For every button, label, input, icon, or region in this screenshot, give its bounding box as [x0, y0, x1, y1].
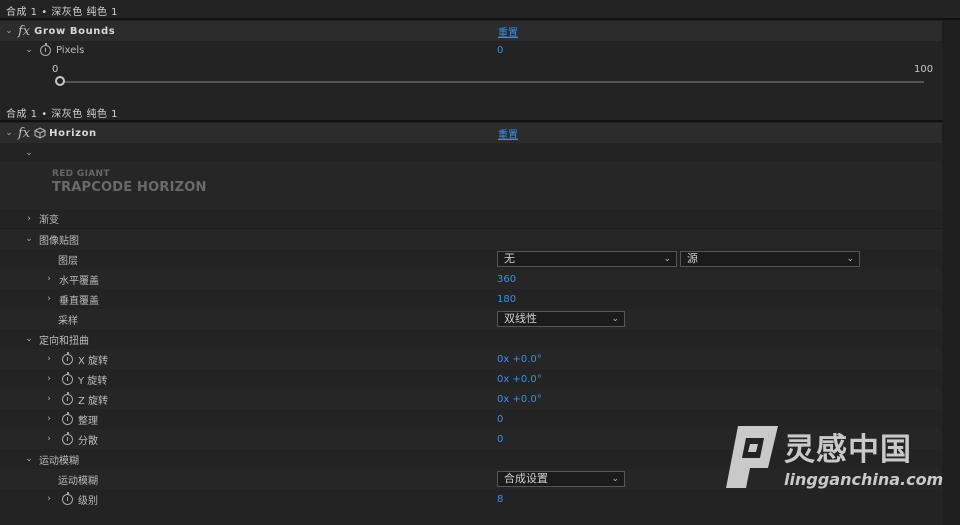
layer-header-1: 合成 1 • 深灰色 纯色 1: [6, 6, 119, 18]
pixels-slider[interactable]: 0 100: [0, 64, 942, 96]
stopwatch-icon[interactable]: [62, 491, 73, 505]
chevron-down-icon[interactable]: ⌄: [24, 45, 34, 55]
effect-title: Grow Bounds: [34, 25, 116, 37]
stopwatch-icon[interactable]: [62, 351, 73, 365]
stopwatch-icon[interactable]: [62, 391, 73, 405]
chevron-down-icon[interactable]: ⌄: [24, 148, 34, 158]
chevron-down-icon[interactable]: ⌄: [24, 454, 34, 464]
chevron-down-icon[interactable]: ⌄: [24, 234, 34, 244]
chevron-down-icon: ⌄: [611, 474, 619, 484]
watermark-logo-icon: [726, 426, 778, 488]
reset-button[interactable]: 重置: [498, 126, 518, 141]
motion-blur-dropdown[interactable]: 合成设置 ⌄: [497, 471, 625, 487]
chevron-down-icon[interactable]: ⌄: [4, 26, 14, 36]
group-gradient[interactable]: › 渐变: [0, 209, 942, 229]
v-tile-value[interactable]: 180: [497, 294, 516, 305]
fx-icon[interactable]: fx: [18, 24, 30, 39]
chevron-right-icon[interactable]: ›: [44, 294, 54, 304]
stopwatch-icon[interactable]: [40, 42, 51, 56]
chevron-down-icon: ⌄: [846, 254, 854, 264]
watermark-subtitle: lingganchina.com: [784, 470, 944, 489]
divider: [0, 18, 960, 20]
warp-value[interactable]: 0: [497, 414, 503, 425]
param-x-rotation[interactable]: › X 旋转 0x +0.0°: [0, 349, 942, 369]
z-rotation-value[interactable]: 0x +0.0°: [497, 394, 542, 405]
param-v-tile[interactable]: › 垂直覆盖 180: [0, 289, 942, 309]
divider: [0, 120, 960, 122]
group-image-map[interactable]: ⌄ 图像贴图: [0, 229, 942, 249]
effect-grow-bounds[interactable]: ⌄ fx Grow Bounds 重置: [0, 21, 942, 41]
chevron-down-icon: ⌄: [663, 254, 671, 264]
reset-button[interactable]: 重置: [498, 24, 518, 39]
pixels-value[interactable]: 0: [497, 45, 503, 56]
param-h-tile[interactable]: › 水平覆盖 360: [0, 269, 942, 289]
chevron-down-icon[interactable]: ⌄: [4, 128, 14, 138]
fx-icon[interactable]: fx: [18, 126, 30, 141]
watermark-title: 灵感中国: [784, 432, 912, 468]
effect-horizon[interactable]: ⌄ fx Horizon 重置: [0, 123, 942, 143]
scatter-value[interactable]: 0: [497, 434, 503, 445]
stopwatch-icon[interactable]: [62, 411, 73, 425]
x-rotation-value[interactable]: 0x +0.0°: [497, 354, 542, 365]
param-label: Pixels: [56, 44, 85, 56]
param-sampling: 采样: [0, 309, 942, 329]
chevron-right-icon[interactable]: ›: [44, 414, 54, 424]
layer-header-2: 合成 1 • 深灰色 纯色 1: [6, 108, 119, 120]
chevron-down-icon: ⌄: [611, 314, 619, 324]
chevron-down-icon[interactable]: ⌄: [24, 334, 34, 344]
chevron-right-icon[interactable]: ›: [44, 374, 54, 384]
chevron-right-icon[interactable]: ›: [44, 434, 54, 444]
layer-dropdown[interactable]: 无 ⌄: [497, 251, 677, 267]
chevron-right-icon[interactable]: ›: [44, 354, 54, 364]
watermark: 灵感中国 lingganchina.com: [722, 420, 952, 510]
slider-track[interactable]: [58, 81, 924, 83]
effect-title: Horizon: [49, 127, 97, 139]
param-pixels[interactable]: ⌄ Pixels 0: [0, 40, 942, 60]
chevron-right-icon[interactable]: ›: [44, 274, 54, 284]
plugin-logo: RED GIANT TRAPCODE HORIZON: [0, 161, 942, 209]
slider-min: 0: [52, 64, 59, 75]
slider-max: 100: [914, 64, 934, 75]
chevron-right-icon[interactable]: ›: [24, 214, 34, 224]
y-rotation-value[interactable]: 0x +0.0°: [497, 374, 542, 385]
chevron-right-icon[interactable]: ›: [44, 494, 54, 504]
h-tile-value[interactable]: 360: [497, 274, 516, 285]
stopwatch-icon[interactable]: [62, 371, 73, 385]
3d-cube-icon: [34, 127, 46, 139]
stopwatch-icon[interactable]: [62, 431, 73, 445]
chevron-right-icon[interactable]: ›: [44, 394, 54, 404]
source-dropdown[interactable]: 源 ⌄: [680, 251, 860, 267]
group-orientation[interactable]: ⌄ 定向和扭曲: [0, 329, 942, 349]
param-y-rotation[interactable]: › Y 旋转 0x +0.0°: [0, 369, 942, 389]
about-row[interactable]: ⌄: [0, 143, 942, 163]
slider-thumb[interactable]: [55, 76, 65, 86]
level-value[interactable]: 8: [497, 494, 503, 505]
param-z-rotation[interactable]: › Z 旋转 0x +0.0°: [0, 389, 942, 409]
sampling-dropdown[interactable]: 双线性 ⌄: [497, 311, 625, 327]
